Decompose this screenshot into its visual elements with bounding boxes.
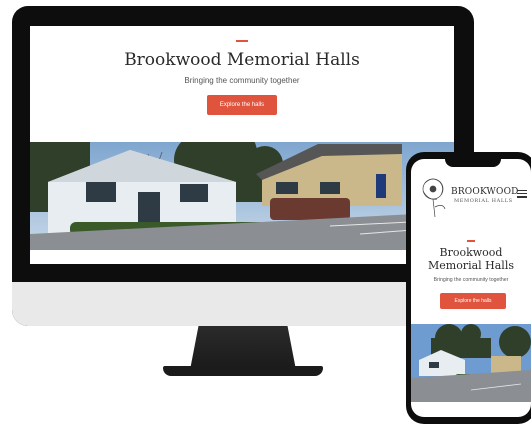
explore-halls-button[interactable]: Explore the halls <box>207 95 277 115</box>
monitor-chin <box>12 282 474 326</box>
page-title: Brookwood Memorial Halls <box>124 50 360 70</box>
monitor-stand <box>190 326 296 370</box>
tagline: Bringing the community together <box>184 76 300 85</box>
accent-divider <box>467 240 475 242</box>
poppy-logo-icon <box>422 178 446 217</box>
phone-notch <box>445 157 501 167</box>
tagline: Bringing the community together <box>433 277 509 283</box>
accent-divider <box>236 40 248 42</box>
desktop-screen: Brookwood Memorial Halls Bringing the co… <box>30 26 454 264</box>
page-title-line2: Memorial Halls <box>427 259 514 272</box>
hero-photo <box>30 142 454 250</box>
logo-wordmark-line2: MEMORIAL HALLS <box>454 198 513 204</box>
logo-wordmark-line1: BROOKWOOD <box>451 187 519 197</box>
hamburger-menu-icon[interactable] <box>517 190 527 198</box>
explore-halls-button[interactable]: Explore the halls <box>440 293 506 309</box>
page-title-line1: Brookwood <box>439 246 503 259</box>
hero-photo <box>411 324 531 402</box>
monitor-base <box>163 366 323 376</box>
phone-screen: BROOKWOOD MEMORIAL HALLS Brookwood Memor… <box>411 159 531 417</box>
